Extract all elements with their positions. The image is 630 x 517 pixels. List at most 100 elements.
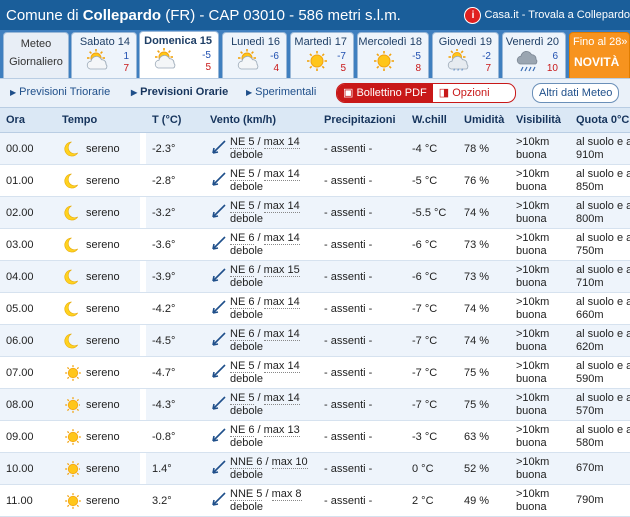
tab-fino-al-28[interactable]: Fino al 28» NOVITÀ xyxy=(569,32,630,78)
cell-ora: 05.00 xyxy=(0,292,56,325)
day-tab[interactable]: Sabato 14 1 7 xyxy=(71,32,137,78)
tab-meteo-giornaliero[interactable]: Meteo Giornaliero xyxy=(3,32,69,78)
casa-link[interactable]: i Casa.it - Trovala a Collepardo xyxy=(464,6,630,24)
day-tab[interactable]: Martedì 17 -7 5 xyxy=(290,32,354,78)
wind-line: NE 6 / max 14 xyxy=(230,327,300,341)
day-tab[interactable]: Lunedì 16 -6 4 xyxy=(222,32,287,78)
wind-direction: NE 5 xyxy=(230,135,255,149)
cell-tempo-label: sereno xyxy=(80,420,140,453)
day-tab[interactable]: Venerdì 20 6 10 xyxy=(502,32,566,78)
cell-ora: 08.00 xyxy=(0,388,56,421)
day-tabs: Meteo Giornaliero Sabato 14 1 7 Domenica 15 -5… xyxy=(0,30,630,79)
wind-line: NE 5 / max 14 xyxy=(230,359,300,373)
cell-temperatura: -2.3° xyxy=(146,132,204,165)
tab-label[interactable]: Meteo xyxy=(4,37,68,51)
wind-text: NE 6 / max 14 debole xyxy=(230,231,300,258)
tab-max-temp: 7 xyxy=(485,63,491,74)
casa-label[interactable]: Casa.it - Trovala a Collepardo xyxy=(484,9,630,21)
cell-quota: al suolo e a 750m xyxy=(570,228,630,261)
pdf-options-button[interactable]: ▣ Bollettino PDF ◨ Opzioni xyxy=(336,83,516,103)
svg-text:* * *: * * * xyxy=(453,69,464,73)
quota-line1: al suolo e a xyxy=(576,391,630,404)
vis-quality: buona xyxy=(516,212,547,225)
quota-line1: 790m xyxy=(576,494,604,506)
vis-distance: >10km xyxy=(516,327,550,340)
tab-label[interactable]: Lunedì 16 xyxy=(231,36,280,48)
wind-block: NE 5 / max 14 debole xyxy=(210,199,318,226)
vis-distance: >10km xyxy=(516,231,550,244)
cell-vento: NE 5 / max 14 debole xyxy=(204,196,318,229)
tab-label[interactable]: Venerdì 20 xyxy=(506,36,559,48)
wind-direction: NE 6 xyxy=(230,295,255,309)
table-row: 07.00 sereno -4.7° NE 5 / max 14 debole - ass… xyxy=(0,356,630,389)
cell-wchill: -7 °C xyxy=(406,292,458,325)
column-header: Ora xyxy=(0,108,56,133)
tab-label[interactable]: Martedì 17 xyxy=(294,36,347,48)
vis-distance: >10km xyxy=(516,391,550,404)
wind-arrow xyxy=(210,490,230,511)
cell-vento: NNE 5 / max 8 debole xyxy=(204,484,318,517)
wind-line: NNE 6 / max 10 xyxy=(230,455,308,469)
cell-temperatura: -4.2° xyxy=(146,292,204,325)
cell-visibilita: >10km buona xyxy=(510,228,570,261)
table-row: 03.00 sereno -3.6° NE 6 / max 14 debole - ass… xyxy=(0,228,630,261)
tab-max-temp: 5 xyxy=(340,63,346,74)
nav-sperimentali-label[interactable]: Sperimentali xyxy=(255,86,316,98)
cell-quota: al suolo e a 590m xyxy=(570,356,630,389)
vis-distance: >10km xyxy=(516,455,550,468)
nav-orarie-label[interactable]: Previsioni Orarie xyxy=(140,86,228,98)
cell-vento: NE 5 / max 14 debole xyxy=(204,356,318,389)
quota-line1: al suolo e a xyxy=(576,231,630,244)
cell-ora: 09.00 xyxy=(0,420,56,453)
options-button[interactable]: ◨ Opzioni xyxy=(433,84,496,102)
cell-tempo-label: sereno xyxy=(80,132,140,165)
tab-label[interactable]: Fino al 28» xyxy=(573,36,627,48)
tab-label[interactable]: Mercoledì 18 xyxy=(358,36,422,48)
cell-wchill: -6 °C xyxy=(406,260,458,293)
wind-direction: NE 5 xyxy=(230,391,255,405)
nav-triorarie[interactable]: ▶ Previsioni Triorarie xyxy=(10,86,110,98)
wind-block: NE 6 / max 14 debole xyxy=(210,295,318,322)
tab-label[interactable]: Giovedì 19 xyxy=(439,36,492,48)
wind-arrow xyxy=(210,458,230,479)
wind-line: NE 6 / max 14 xyxy=(230,295,300,309)
day-tab[interactable]: Giovedì 19 * * * -2 7 xyxy=(432,32,499,78)
wind-direction: NNE 5 xyxy=(230,487,263,501)
wind-block: NE 5 / max 14 debole xyxy=(210,167,318,194)
cell-visibilita: >10km buona xyxy=(510,196,570,229)
wind-strength: debole xyxy=(230,276,264,289)
cell-tempo-label: sereno xyxy=(80,260,140,293)
wind-arrow-icon xyxy=(212,428,226,442)
wind-line: NE 5 / max 14 xyxy=(230,135,300,149)
altri-dati-button[interactable]: Altri dati Meteo xyxy=(532,83,620,103)
options-label[interactable]: Opzioni xyxy=(452,87,489,99)
pdf-label[interactable]: Bollettino PDF xyxy=(356,87,426,99)
vis-quality: buona xyxy=(516,500,547,513)
tab-label[interactable]: Giornaliero xyxy=(4,55,68,69)
wind-line: NE 5 / max 14 xyxy=(230,391,300,405)
day-tab[interactable]: Domenica 15 -5 5 xyxy=(139,31,219,79)
wind-max: max 14 xyxy=(263,199,300,213)
tab-label[interactable]: Domenica 15 xyxy=(144,35,212,47)
pdf-button[interactable]: ▣ Bollettino PDF xyxy=(337,84,433,102)
wind-block: NE 6 / max 13 debole xyxy=(210,423,318,450)
quota-line1: al suolo e a xyxy=(576,199,630,212)
cell-temperatura: 3.2° xyxy=(146,484,204,517)
triangle-icon: ▶ xyxy=(10,88,17,97)
wind-max: max 14 xyxy=(263,135,300,149)
nav-orarie[interactable]: ▶ Previsioni Orarie xyxy=(131,86,228,98)
wind-text: NE 5 / max 14 debole xyxy=(230,359,300,386)
wind-block: NE 6 / max 15 debole xyxy=(210,263,318,290)
cell-ora: 01.00 xyxy=(0,164,56,197)
tab-label[interactable]: Sabato 14 xyxy=(80,36,130,48)
cell-wchill: -7 °C xyxy=(406,356,458,389)
cell-temperatura: -3.6° xyxy=(146,228,204,261)
cell-umidita: 76 % xyxy=(458,164,510,197)
cell-tempo-label: sereno xyxy=(80,196,140,229)
tab-max-temp: 7 xyxy=(123,63,129,74)
cell-precipitazioni: - assenti - xyxy=(318,484,406,517)
day-tab[interactable]: Mercoledì 18 -5 8 xyxy=(357,32,429,78)
nav-sperimentali[interactable]: ▶ Sperimentali xyxy=(246,86,316,98)
nav-triorarie-label[interactable]: Previsioni Triorarie xyxy=(19,86,110,98)
quota-line2: 710m xyxy=(576,276,604,289)
